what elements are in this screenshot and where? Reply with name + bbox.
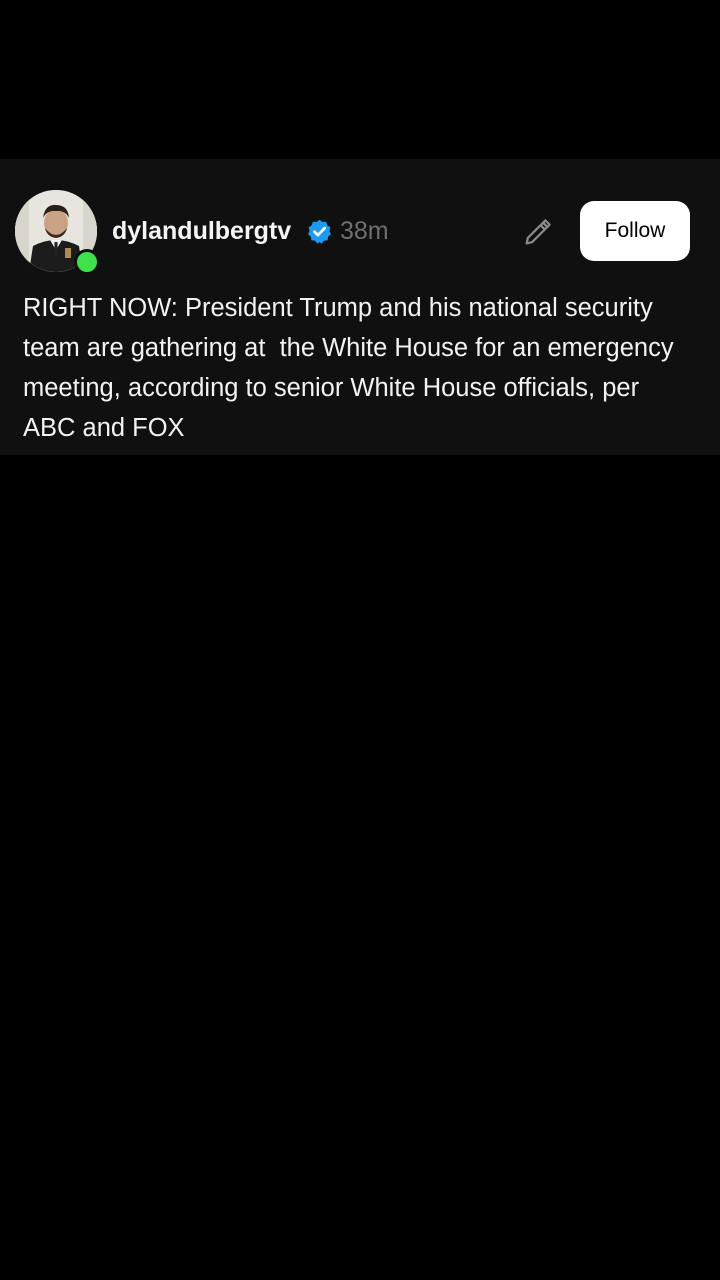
pencil-icon[interactable] (521, 215, 555, 249)
post-timestamp: 38m (340, 217, 389, 245)
follow-button[interactable]: Follow (580, 201, 690, 261)
author-username[interactable]: dylandulbergtv (112, 213, 291, 249)
online-status-dot (74, 249, 100, 275)
verified-badge-icon (308, 219, 331, 244)
post-body-text: RIGHT NOW: President Trump and his natio… (23, 294, 681, 442)
screen: dylandulbergtv 38m Follow RIGHT NOW: Pre… (0, 0, 720, 1280)
post-card[interactable]: dylandulbergtv 38m Follow RIGHT NOW: Pre… (0, 159, 720, 455)
